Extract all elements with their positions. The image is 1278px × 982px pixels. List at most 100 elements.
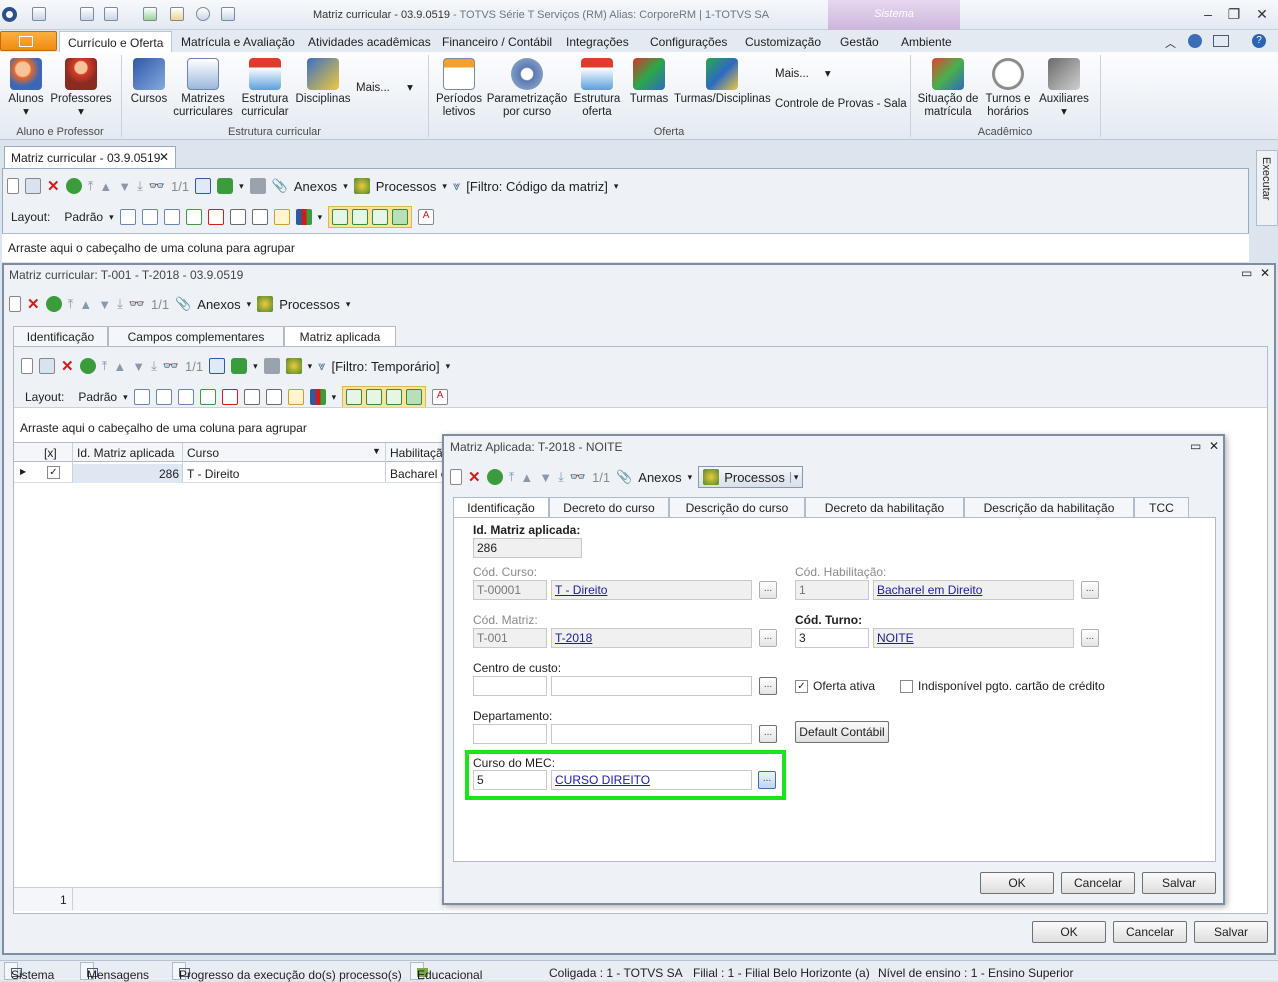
- quick-access-icon[interactable]: [32, 7, 46, 21]
- view-icon[interactable]: [366, 389, 383, 405]
- grid-import-icon[interactable]: [199, 389, 216, 405]
- file-menu-button[interactable]: [0, 31, 57, 51]
- chevron-down-icon[interactable]: ▾: [318, 212, 323, 223]
- chevron-down-icon[interactable]: ▾: [332, 392, 337, 403]
- first-icon[interactable]: ⤒: [68, 296, 74, 312]
- col-check[interactable]: [x]: [44, 446, 57, 460]
- view-icon[interactable]: [392, 209, 409, 225]
- process-icon[interactable]: [353, 178, 370, 194]
- menu-ambiente[interactable]: Ambiente: [901, 35, 952, 49]
- tab-matriz-aplicada[interactable]: Matriz aplicada: [284, 326, 396, 347]
- tab-decreto-habilitacao[interactable]: Decreto da habilitação: [805, 497, 964, 518]
- matriz-lookup-button[interactable]: ...: [759, 629, 777, 647]
- quick-access-icon[interactable]: [143, 7, 157, 21]
- anexos-menu[interactable]: Anexos: [294, 179, 337, 194]
- delete-icon[interactable]: ✕: [47, 177, 60, 195]
- new-icon[interactable]: [9, 296, 21, 312]
- grid-columns-icon[interactable]: [177, 389, 194, 405]
- binoculars-icon[interactable]: 👓: [163, 358, 179, 374]
- first-icon[interactable]: ⤒: [509, 469, 515, 485]
- new-icon[interactable]: [21, 358, 33, 374]
- binoculars-icon[interactable]: 👓: [570, 469, 586, 485]
- doc-tab[interactable]: Matriz curricular - 03.9.0519 ✕: [4, 146, 176, 168]
- dialog-ok-button[interactable]: OK: [980, 872, 1054, 894]
- paperclip-icon[interactable]: 📎: [272, 178, 288, 194]
- filter-icon[interactable]: ⩔: [453, 178, 460, 194]
- anexos-menu[interactable]: Anexos: [638, 470, 681, 485]
- grid-icon[interactable]: [133, 389, 150, 405]
- edit-icon[interactable]: [25, 178, 41, 194]
- status-progresso-button[interactable]: Progresso da execução do(s) processo(s): [172, 962, 402, 982]
- centro-custo-name-field[interactable]: [551, 676, 752, 696]
- chevron-down-icon[interactable]: ▾: [253, 361, 258, 372]
- prev-icon[interactable]: ▲: [520, 470, 533, 485]
- col-curso[interactable]: Curso: [187, 446, 219, 460]
- chevron-down-icon[interactable]: ▾: [614, 181, 619, 192]
- mais-oferta-button[interactable]: Mais... ▾: [775, 68, 831, 81]
- curso-lookup-button[interactable]: ...: [759, 581, 777, 599]
- habilitacao-name-field[interactable]: Bacharel em Direito: [873, 580, 1074, 600]
- departamento-code-field[interactable]: [473, 724, 547, 744]
- next-icon[interactable]: ▼: [98, 297, 111, 312]
- centro-custo-code-field[interactable]: [473, 676, 547, 696]
- filter-label[interactable]: [Filtro: Código da matriz]: [466, 179, 608, 194]
- chevron-down-icon[interactable]: ▾: [343, 181, 348, 192]
- delete-icon[interactable]: ✕: [468, 468, 481, 486]
- maximize-icon[interactable]: ▭: [1190, 439, 1201, 453]
- habilitacao-lookup-button[interactable]: ...: [1081, 581, 1099, 599]
- habilitacao-name-link[interactable]: Bacharel em Direito: [877, 583, 982, 597]
- process-icon[interactable]: [257, 296, 274, 312]
- professores-button[interactable]: Professores ▾: [50, 58, 112, 119]
- processos-menu[interactable]: Processos: [279, 297, 340, 312]
- tab-identificacao[interactable]: Identificação: [453, 497, 549, 518]
- close-icon[interactable]: ✕: [1209, 439, 1219, 453]
- curso-mec-code-field[interactable]: 5: [473, 770, 547, 790]
- process-icon[interactable]: [285, 358, 302, 374]
- auxiliares-button[interactable]: Auxiliares ▾: [1036, 58, 1092, 119]
- edit-icon[interactable]: [39, 358, 55, 374]
- controle-provas-button[interactable]: Controle de Provas - Sala: [775, 98, 907, 111]
- view-icon[interactable]: [386, 389, 403, 405]
- turno-lookup-button[interactable]: ...: [1081, 629, 1099, 647]
- export-icon[interactable]: [231, 358, 248, 374]
- highlight-icon[interactable]: [273, 209, 290, 225]
- menu-atividades[interactable]: Atividades acadêmicas: [308, 35, 431, 49]
- ok-button[interactable]: OK: [1032, 921, 1106, 943]
- menu-integracoes[interactable]: Integrações: [566, 35, 629, 49]
- delete-icon[interactable]: ✕: [27, 295, 40, 313]
- menu-configuracoes[interactable]: Configurações: [650, 35, 727, 49]
- filter-icon[interactable]: ⩔: [318, 358, 325, 374]
- paperclip-icon[interactable]: 📎: [616, 469, 632, 485]
- quick-access-icon[interactable]: [170, 7, 184, 21]
- sigma-icon[interactable]: [265, 389, 282, 405]
- highlight-icon[interactable]: [287, 389, 304, 405]
- chevron-down-icon[interactable]: ▾: [346, 299, 351, 310]
- menu-matricula[interactable]: Matrícula e Avaliação: [181, 35, 295, 49]
- anexos-menu[interactable]: Anexos: [197, 297, 240, 312]
- print-icon[interactable]: [249, 178, 266, 194]
- next-icon[interactable]: ▼: [132, 359, 145, 374]
- default-contabil-button[interactable]: Default Contábil: [795, 721, 889, 743]
- view-icon[interactable]: [346, 389, 363, 405]
- periodos-button[interactable]: Períodos letivos: [434, 58, 484, 119]
- prev-icon[interactable]: ▲: [79, 297, 92, 312]
- status-mensagens-button[interactable]: Mensagens: [80, 962, 149, 982]
- chart-icon[interactable]: [309, 389, 326, 405]
- calendar-grid-icon[interactable]: [209, 358, 226, 374]
- chevron-up-icon[interactable]: ︿: [1165, 35, 1176, 51]
- chevron-down-icon[interactable]: ▾: [442, 181, 447, 192]
- curso-mec-lookup-button[interactable]: ...: [758, 771, 776, 789]
- estrutura-curricular-button[interactable]: Estrutura curricular: [238, 58, 292, 119]
- sigma-icon[interactable]: [251, 209, 268, 225]
- chevron-down-icon[interactable]: ▾: [789, 471, 798, 483]
- view-icon[interactable]: [352, 209, 369, 225]
- processos-menu[interactable]: Processos: [376, 179, 437, 194]
- grid-save-icon[interactable]: [155, 389, 172, 405]
- situacao-matricula-button[interactable]: Situação de matrícula: [916, 58, 980, 119]
- chevron-down-icon[interactable]: ▾: [109, 212, 114, 223]
- close-icon[interactable]: ✕: [1260, 266, 1270, 280]
- curso-mec-name-field[interactable]: CURSO DIREITO: [551, 770, 752, 790]
- layout-select[interactable]: Padrão: [64, 210, 103, 224]
- export-icon[interactable]: [217, 178, 234, 194]
- parametrizacao-button[interactable]: Parametrização por curso: [486, 58, 568, 119]
